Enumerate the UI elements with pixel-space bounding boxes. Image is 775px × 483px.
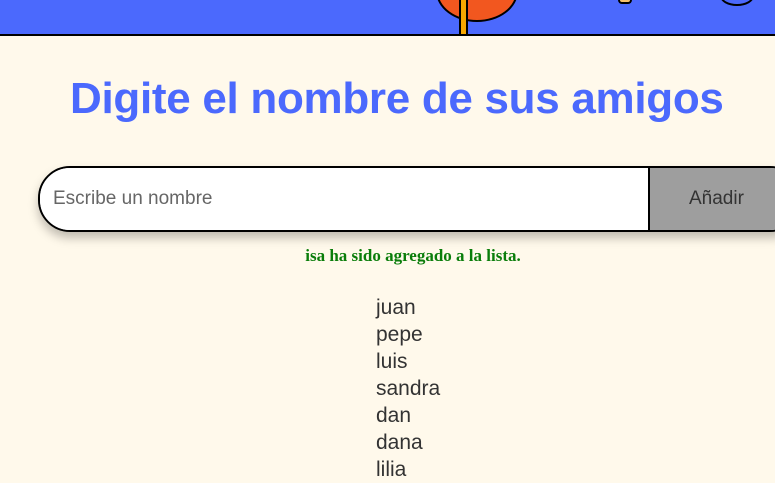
name-input[interactable] [40,168,661,230]
list-item: sandra [376,377,441,400]
decorative-shape-icon [618,0,632,4]
name-input-group: Añadir [38,166,775,232]
decorative-arc-icon [720,0,754,6]
list-item: dana [376,431,423,454]
add-button[interactable]: Añadir [648,168,775,230]
friend-list: juan pepe luis sandra dan dana lilia [376,294,440,483]
list-item: juan [376,296,416,319]
list-item: luis [376,350,408,373]
list-item: lilia [376,458,407,481]
top-banner [0,0,775,36]
list-item: pepe [376,323,423,346]
decorative-circle-icon [436,0,518,22]
decorative-stick-icon [459,0,468,34]
status-message: isa ha sido agregado a la lista. [305,246,521,265]
page-title: Digite el nombre de sus amigos [70,74,724,123]
list-item: dan [376,404,412,427]
